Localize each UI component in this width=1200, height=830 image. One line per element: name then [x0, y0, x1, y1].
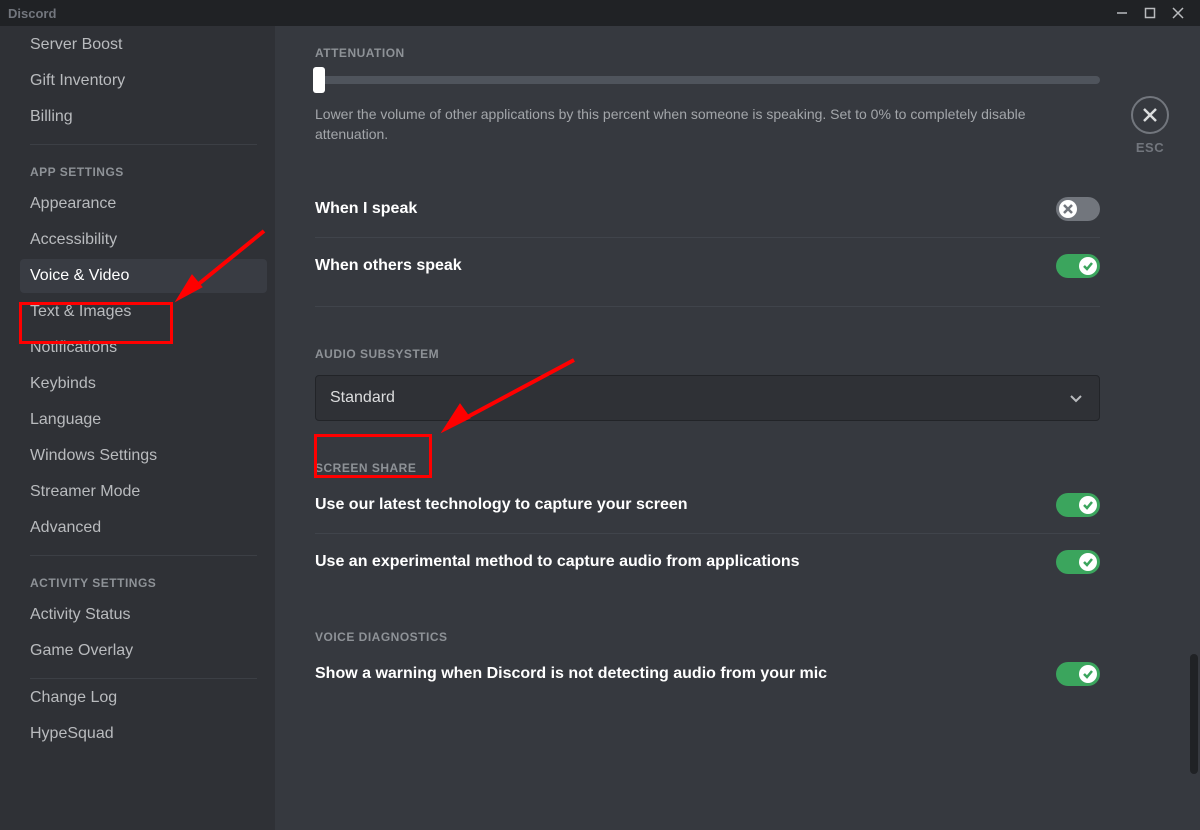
- sidebar-item-notifications[interactable]: Notifications: [20, 331, 267, 365]
- mic-warning-label: Show a warning when Discord is not detec…: [315, 665, 827, 683]
- sidebar-item-voice-video[interactable]: Voice & Video: [20, 259, 267, 293]
- when-i-speak-toggle[interactable]: [1056, 197, 1100, 221]
- experimental-audio-toggle[interactable]: [1056, 550, 1100, 574]
- sidebar-item-advanced[interactable]: Advanced: [20, 511, 267, 545]
- divider: [30, 144, 257, 145]
- experimental-audio-label: Use an experimental method to capture au…: [315, 553, 800, 571]
- sidebar-item-text-images[interactable]: Text & Images: [20, 295, 267, 329]
- settings-content: ESC ATTENUATION Lower the volume of othe…: [275, 26, 1200, 830]
- sidebar-item-server-boost[interactable]: Server Boost: [20, 28, 267, 62]
- sidebar-header-app-settings: APP SETTINGS: [20, 147, 267, 185]
- check-icon: [1082, 668, 1094, 680]
- sidebar-item-billing[interactable]: Billing: [20, 100, 267, 134]
- sidebar-item-keybinds[interactable]: Keybinds: [20, 367, 267, 401]
- sidebar-item-streamer-mode[interactable]: Streamer Mode: [20, 475, 267, 509]
- titlebar: Discord: [0, 0, 1200, 26]
- sidebar-header-activity-settings: ACTIVITY SETTINGS: [20, 558, 267, 596]
- sidebar-item-windows-settings[interactable]: Windows Settings: [20, 439, 267, 473]
- attenuation-slider[interactable]: [315, 74, 1100, 84]
- when-i-speak-label: When I speak: [315, 200, 417, 218]
- mic-warning-toggle[interactable]: [1056, 662, 1100, 686]
- audio-subsystem-title: AUDIO SUBSYSTEM: [315, 347, 1100, 361]
- maximize-button[interactable]: [1136, 0, 1164, 26]
- slider-track: [315, 76, 1100, 84]
- sidebar-item-change-log[interactable]: Change Log: [20, 681, 267, 715]
- sidebar-item-hypesquad[interactable]: HypeSquad: [20, 717, 267, 751]
- when-others-speak-label: When others speak: [315, 257, 462, 275]
- esc-label: ESC: [1120, 140, 1180, 155]
- close-icon: [1142, 107, 1158, 123]
- latest-tech-toggle[interactable]: [1056, 493, 1100, 517]
- sidebar-item-activity-status[interactable]: Activity Status: [20, 598, 267, 632]
- scrollbar[interactable]: [1190, 28, 1198, 828]
- divider: [30, 678, 257, 679]
- x-icon: [1062, 203, 1074, 215]
- when-others-speak-toggle[interactable]: [1056, 254, 1100, 278]
- close-window-button[interactable]: [1164, 0, 1192, 26]
- sidebar-item-appearance[interactable]: Appearance: [20, 187, 267, 221]
- audio-subsystem-value: Standard: [330, 389, 395, 407]
- check-icon: [1082, 260, 1094, 272]
- latest-tech-label: Use our latest technology to capture you…: [315, 496, 688, 514]
- separator: [315, 306, 1100, 307]
- window-title: Discord: [8, 6, 1108, 21]
- settings-sidebar: Server Boost Gift Inventory Billing APP …: [0, 26, 275, 830]
- audio-subsystem-select[interactable]: Standard: [315, 375, 1100, 421]
- slider-thumb[interactable]: [313, 67, 325, 93]
- screen-share-title: SCREEN SHARE: [315, 461, 1100, 475]
- attenuation-help: Lower the volume of other applications b…: [315, 104, 1095, 145]
- chevron-down-icon: [1067, 389, 1085, 407]
- sidebar-item-language[interactable]: Language: [20, 403, 267, 437]
- sidebar-item-accessibility[interactable]: Accessibility: [20, 223, 267, 257]
- scrollbar-thumb[interactable]: [1190, 654, 1198, 774]
- close-settings-button[interactable]: [1131, 96, 1169, 134]
- check-icon: [1082, 556, 1094, 568]
- sidebar-item-game-overlay[interactable]: Game Overlay: [20, 634, 267, 668]
- attenuation-title: ATTENUATION: [315, 46, 1160, 60]
- voice-diagnostics-title: VOICE DIAGNOSTICS: [315, 630, 1100, 644]
- check-icon: [1082, 499, 1094, 511]
- sidebar-item-gift-inventory[interactable]: Gift Inventory: [20, 64, 267, 98]
- minimize-button[interactable]: [1108, 0, 1136, 26]
- divider: [30, 555, 257, 556]
